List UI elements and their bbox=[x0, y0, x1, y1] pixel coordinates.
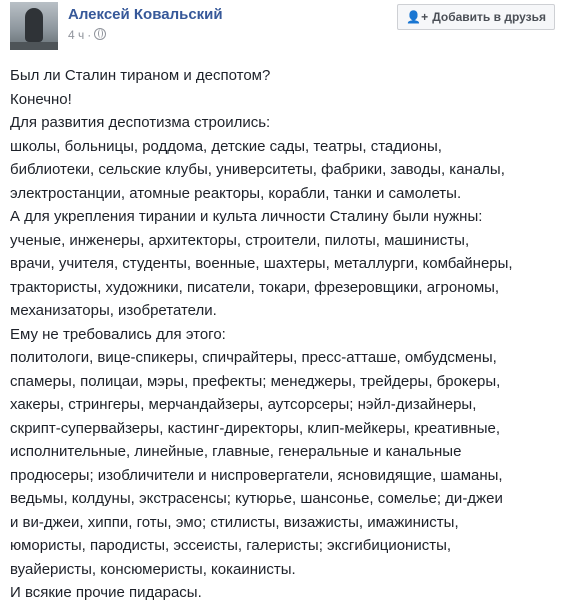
avatar-ground bbox=[10, 42, 58, 50]
post-text-line: Конечно! bbox=[10, 90, 72, 108]
post-meta: 4 ч · bbox=[68, 28, 107, 42]
post-text-line: Для развития деспотизма строились: bbox=[10, 114, 271, 131]
post-text-line: врачи, учителя, студенты, военные, шахте… bbox=[10, 255, 513, 272]
post-text-line: спамеры, полицаи, мэры, префекты; менедж… bbox=[10, 372, 501, 390]
post-text-line: скрипт-супервайзеры, кастинг-директоры, … bbox=[10, 419, 500, 437]
post-text-line: ведьмы, колдуны, экстрасенсы; кутюрье, ш… bbox=[10, 490, 503, 507]
add-friend-icon: 👤+ bbox=[406, 10, 429, 24]
meta-separator: · bbox=[87, 28, 92, 42]
post-text-line: Был ли Сталин тираном и деспотом? bbox=[10, 67, 271, 84]
post-text-line: механизаторы, изобретатели. bbox=[10, 302, 217, 319]
post-text-line: политологи, вице-спикеры, спичрайтеры, п… bbox=[10, 349, 497, 366]
add-friend-button[interactable]: 👤+ Добавить в друзья bbox=[397, 4, 555, 30]
post-text-line: библиотеки, сельские клубы, университеты… bbox=[10, 161, 505, 178]
post-text-line: А для укрепления тирании и культа личнос… bbox=[10, 208, 483, 225]
post-text-line: Ему не требовались для этого: bbox=[10, 325, 226, 343]
globe-icon[interactable] bbox=[94, 28, 107, 40]
avatar-figure bbox=[25, 8, 43, 42]
author-name[interactable]: Алексей Ковальский bbox=[68, 6, 223, 23]
post-text-line: трактористы, художники, писатели, токари… bbox=[10, 278, 500, 296]
post-text-line: юмористы, пародисты, эссеисты, галеристы… bbox=[10, 537, 452, 554]
post-text-line: продюсеры; изобличители и ниспровергател… bbox=[10, 466, 503, 484]
post-time[interactable]: 4 ч bbox=[68, 28, 84, 42]
avatar[interactable] bbox=[10, 2, 58, 50]
post-text-line: ученые, инженеры, архитекторы, строители… bbox=[10, 231, 470, 249]
post-body: Был ли Сталин тираном и деспотом? Конечно… bbox=[10, 64, 555, 605]
post-text-line: И всякие прочие пидарасы. bbox=[10, 584, 202, 601]
post-text-line: вуайеристы, консюмеристы, кокаинисты. bbox=[10, 560, 296, 578]
post-text-line: и ви-джеи, хиппи, готы, эмо; стилисты, в… bbox=[10, 513, 459, 531]
post-text-line: исполнительные, линейные, главные, генер… bbox=[10, 443, 462, 460]
add-friend-label: Добавить в друзья bbox=[432, 10, 546, 24]
post-text-line: школы, больницы, роддома, детские сады, … bbox=[10, 137, 442, 155]
post-text-line: хакеры, стрингеры, мерчандайзеры, аутсор… bbox=[10, 396, 477, 413]
post-header: Алексей Ковальский 4 ч · 👤+ Добавить в др… bbox=[10, 2, 555, 50]
post-text-line: электростанции, атомные реакторы, корабл… bbox=[10, 184, 462, 202]
